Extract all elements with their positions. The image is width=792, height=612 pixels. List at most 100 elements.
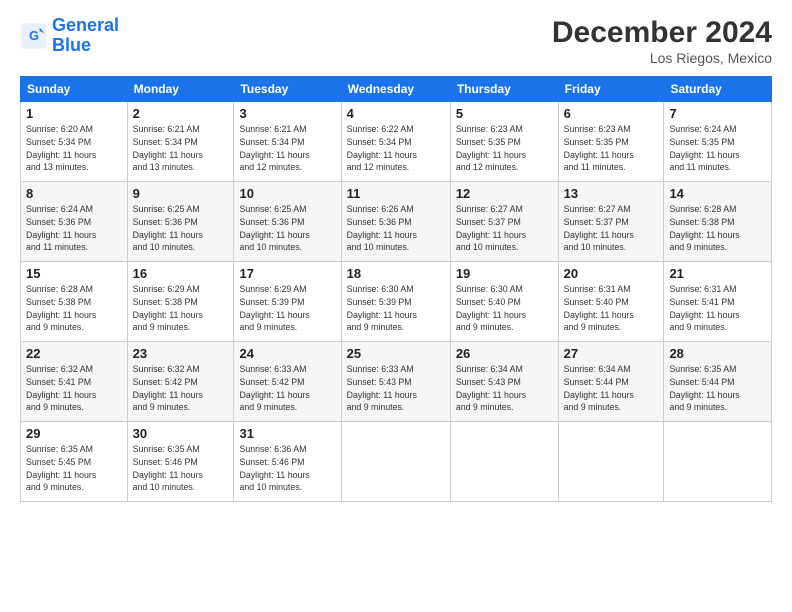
table-row: 19 Sunrise: 6:30 AM Sunset: 5:40 PM Dayli… bbox=[450, 262, 558, 342]
day-number: 17 bbox=[239, 266, 335, 281]
calendar-week-row: 1Sunrise: 6:20 AM Sunset: 5:34 PM Daylig… bbox=[21, 102, 772, 182]
day-info: Sunrise: 6:34 AM Sunset: 5:44 PM Dayligh… bbox=[564, 363, 659, 414]
day-info: Sunrise: 6:35 AM Sunset: 5:45 PM Dayligh… bbox=[26, 443, 122, 494]
day-number: 18 bbox=[347, 266, 445, 281]
table-row: 26 Sunrise: 6:34 AM Sunset: 5:43 PM Dayli… bbox=[450, 342, 558, 422]
calendar: Sunday Monday Tuesday Wednesday Thursday… bbox=[20, 76, 772, 502]
table-row bbox=[558, 422, 664, 502]
day-info: Sunrise: 6:31 AM Sunset: 5:41 PM Dayligh… bbox=[669, 283, 766, 334]
table-row: 24 Sunrise: 6:33 AM Sunset: 5:42 PM Dayli… bbox=[234, 342, 341, 422]
day-number: 5 bbox=[456, 106, 553, 121]
day-number: 19 bbox=[456, 266, 553, 281]
header-saturday: Saturday bbox=[664, 77, 772, 102]
day-number: 13 bbox=[564, 186, 659, 201]
day-number: 14 bbox=[669, 186, 766, 201]
header-friday: Friday bbox=[558, 77, 664, 102]
table-row bbox=[341, 422, 450, 502]
day-info: Sunrise: 6:24 AM Sunset: 5:35 PM Dayligh… bbox=[669, 123, 766, 174]
day-info: Sunrise: 6:34 AM Sunset: 5:43 PM Dayligh… bbox=[456, 363, 553, 414]
table-row: 7 Sunrise: 6:24 AM Sunset: 5:35 PM Daylig… bbox=[664, 102, 772, 182]
day-info: Sunrise: 6:28 AM Sunset: 5:38 PM Dayligh… bbox=[26, 283, 122, 334]
day-info: Sunrise: 6:32 AM Sunset: 5:41 PM Dayligh… bbox=[26, 363, 122, 414]
day-info: Sunrise: 6:21 AM Sunset: 5:34 PM Dayligh… bbox=[133, 123, 229, 174]
day-number: 9 bbox=[133, 186, 229, 201]
day-info: Sunrise: 6:35 AM Sunset: 5:46 PM Dayligh… bbox=[133, 443, 229, 494]
table-row bbox=[450, 422, 558, 502]
day-number: 21 bbox=[669, 266, 766, 281]
day-number: 30 bbox=[133, 426, 229, 441]
header-thursday: Thursday bbox=[450, 77, 558, 102]
table-row: 30 Sunrise: 6:35 AM Sunset: 5:46 PM Dayli… bbox=[127, 422, 234, 502]
table-row: 5 Sunrise: 6:23 AM Sunset: 5:35 PM Daylig… bbox=[450, 102, 558, 182]
day-info: Sunrise: 6:30 AM Sunset: 5:40 PM Dayligh… bbox=[456, 283, 553, 334]
table-row: 2 Sunrise: 6:21 AM Sunset: 5:34 PM Daylig… bbox=[127, 102, 234, 182]
day-number: 29 bbox=[26, 426, 122, 441]
calendar-week-row: 8Sunrise: 6:24 AM Sunset: 5:36 PM Daylig… bbox=[21, 182, 772, 262]
table-row bbox=[664, 422, 772, 502]
day-number: 23 bbox=[133, 346, 229, 361]
header-sunday: Sunday bbox=[21, 77, 128, 102]
header-monday: Monday bbox=[127, 77, 234, 102]
table-row: 15Sunrise: 6:28 AM Sunset: 5:38 PM Dayli… bbox=[21, 262, 128, 342]
day-number: 31 bbox=[239, 426, 335, 441]
day-info: Sunrise: 6:25 AM Sunset: 5:36 PM Dayligh… bbox=[239, 203, 335, 254]
day-info: Sunrise: 6:28 AM Sunset: 5:38 PM Dayligh… bbox=[669, 203, 766, 254]
table-row: 9 Sunrise: 6:25 AM Sunset: 5:36 PM Daylig… bbox=[127, 182, 234, 262]
table-row: 3Sunrise: 6:21 AM Sunset: 5:34 PM Daylig… bbox=[234, 102, 341, 182]
day-number: 4 bbox=[347, 106, 445, 121]
weekday-header-row: Sunday Monday Tuesday Wednesday Thursday… bbox=[21, 77, 772, 102]
day-info: Sunrise: 6:23 AM Sunset: 5:35 PM Dayligh… bbox=[564, 123, 659, 174]
day-info: Sunrise: 6:26 AM Sunset: 5:36 PM Dayligh… bbox=[347, 203, 445, 254]
day-info: Sunrise: 6:33 AM Sunset: 5:42 PM Dayligh… bbox=[239, 363, 335, 414]
header-tuesday: Tuesday bbox=[234, 77, 341, 102]
table-row: 14 Sunrise: 6:28 AM Sunset: 5:38 PM Dayli… bbox=[664, 182, 772, 262]
day-number: 11 bbox=[347, 186, 445, 201]
day-number: 2 bbox=[133, 106, 229, 121]
day-number: 12 bbox=[456, 186, 553, 201]
table-row: 28Sunrise: 6:35 AM Sunset: 5:44 PM Dayli… bbox=[664, 342, 772, 422]
day-number: 22 bbox=[26, 346, 122, 361]
logo-text: General Blue bbox=[52, 16, 119, 56]
day-number: 16 bbox=[133, 266, 229, 281]
table-row: 8Sunrise: 6:24 AM Sunset: 5:36 PM Daylig… bbox=[21, 182, 128, 262]
day-number: 24 bbox=[239, 346, 335, 361]
day-info: Sunrise: 6:36 AM Sunset: 5:46 PM Dayligh… bbox=[239, 443, 335, 494]
table-row: 17Sunrise: 6:29 AM Sunset: 5:39 PM Dayli… bbox=[234, 262, 341, 342]
day-info: Sunrise: 6:22 AM Sunset: 5:34 PM Dayligh… bbox=[347, 123, 445, 174]
table-row: 12Sunrise: 6:27 AM Sunset: 5:37 PM Dayli… bbox=[450, 182, 558, 262]
table-row: 25Sunrise: 6:33 AM Sunset: 5:43 PM Dayli… bbox=[341, 342, 450, 422]
day-info: Sunrise: 6:20 AM Sunset: 5:34 PM Dayligh… bbox=[26, 123, 122, 174]
table-row: 11 Sunrise: 6:26 AM Sunset: 5:36 PM Dayli… bbox=[341, 182, 450, 262]
table-row: 18Sunrise: 6:30 AM Sunset: 5:39 PM Dayli… bbox=[341, 262, 450, 342]
table-row: 16 Sunrise: 6:29 AM Sunset: 5:38 PM Dayli… bbox=[127, 262, 234, 342]
month-title: December 2024 bbox=[552, 16, 772, 50]
day-info: Sunrise: 6:27 AM Sunset: 5:37 PM Dayligh… bbox=[564, 203, 659, 254]
header-wednesday: Wednesday bbox=[341, 77, 450, 102]
table-row: 29 Sunrise: 6:35 AM Sunset: 5:45 PM Dayli… bbox=[21, 422, 128, 502]
logo-icon: G bbox=[20, 22, 48, 50]
table-row: 6 Sunrise: 6:23 AM Sunset: 5:35 PM Daylig… bbox=[558, 102, 664, 182]
day-info: Sunrise: 6:24 AM Sunset: 5:36 PM Dayligh… bbox=[26, 203, 122, 254]
logo-blue: Blue bbox=[52, 36, 119, 56]
table-row: 20Sunrise: 6:31 AM Sunset: 5:40 PM Dayli… bbox=[558, 262, 664, 342]
day-info: Sunrise: 6:33 AM Sunset: 5:43 PM Dayligh… bbox=[347, 363, 445, 414]
calendar-week-row: 22 Sunrise: 6:32 AM Sunset: 5:41 PM Dayli… bbox=[21, 342, 772, 422]
day-number: 3 bbox=[239, 106, 335, 121]
calendar-week-row: 29 Sunrise: 6:35 AM Sunset: 5:45 PM Dayli… bbox=[21, 422, 772, 502]
page: G General Blue December 2024 Los Riegos,… bbox=[0, 0, 792, 612]
table-row: 22 Sunrise: 6:32 AM Sunset: 5:41 PM Dayli… bbox=[21, 342, 128, 422]
table-row: 1Sunrise: 6:20 AM Sunset: 5:34 PM Daylig… bbox=[21, 102, 128, 182]
table-row: 13 Sunrise: 6:27 AM Sunset: 5:37 PM Dayli… bbox=[558, 182, 664, 262]
day-info: Sunrise: 6:23 AM Sunset: 5:35 PM Dayligh… bbox=[456, 123, 553, 174]
day-number: 6 bbox=[564, 106, 659, 121]
day-info: Sunrise: 6:29 AM Sunset: 5:38 PM Dayligh… bbox=[133, 283, 229, 334]
logo-general: General bbox=[52, 15, 119, 35]
day-number: 26 bbox=[456, 346, 553, 361]
location: Los Riegos, Mexico bbox=[552, 50, 772, 66]
day-number: 7 bbox=[669, 106, 766, 121]
table-row: 31 Sunrise: 6:36 AM Sunset: 5:46 PM Dayli… bbox=[234, 422, 341, 502]
table-row: 21 Sunrise: 6:31 AM Sunset: 5:41 PM Dayli… bbox=[664, 262, 772, 342]
calendar-week-row: 15Sunrise: 6:28 AM Sunset: 5:38 PM Dayli… bbox=[21, 262, 772, 342]
day-info: Sunrise: 6:25 AM Sunset: 5:36 PM Dayligh… bbox=[133, 203, 229, 254]
title-area: December 2024 Los Riegos, Mexico bbox=[552, 16, 772, 66]
